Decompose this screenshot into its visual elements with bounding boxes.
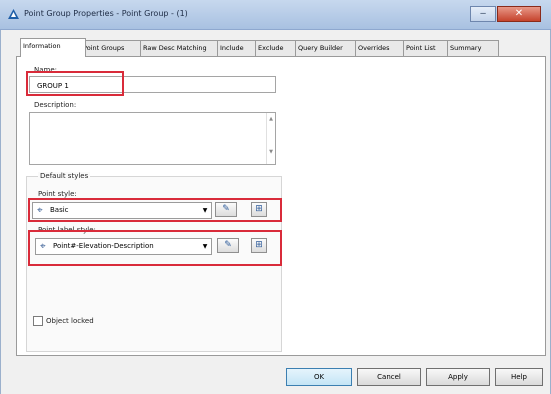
app-icon [8, 9, 19, 19]
tab-information[interactable]: Information [20, 38, 86, 57]
close-icon: ✕ [514, 8, 524, 19]
object-locked-label: Object locked [46, 317, 94, 325]
description-scrollbar[interactable]: ▲ ▼ [266, 113, 275, 164]
tab-summary[interactable]: Summary [447, 40, 499, 57]
description-input[interactable] [29, 112, 276, 165]
scroll-down-icon: ▼ [269, 149, 273, 155]
tab-overrides[interactable]: Overrides [355, 40, 409, 57]
default-styles-label: Default styles [38, 172, 91, 180]
scroll-up-icon: ▲ [269, 116, 273, 122]
point-label-style-highlight [28, 230, 282, 266]
name-highlight [26, 71, 124, 96]
point-style-label: Point style: [38, 190, 77, 198]
tab-query-builder[interactable]: Query Builder [295, 40, 361, 57]
close-button[interactable]: ✕ [497, 6, 541, 22]
tab-point-groups[interactable]: Point Groups [80, 40, 146, 57]
minimize-button[interactable]: ‒ [470, 6, 496, 22]
ok-button[interactable]: OK [286, 368, 352, 386]
object-locked-checkbox[interactable] [33, 316, 43, 326]
tab-point-list[interactable]: Point List [403, 40, 453, 57]
tab-strip: Information Point Groups Raw Desc Matchi… [20, 38, 550, 57]
point-style-highlight [28, 198, 282, 222]
tab-raw-desc-matching[interactable]: Raw Desc Matching [140, 40, 223, 57]
description-label: Description: [34, 101, 77, 109]
help-button[interactable]: Help [495, 368, 543, 386]
title-bar: Point Group Properties - Point Group - (… [0, 0, 551, 30]
window-title: Point Group Properties - Point Group - (… [24, 9, 188, 18]
cancel-button[interactable]: Cancel [357, 368, 421, 386]
minimize-icon: ‒ [479, 8, 487, 19]
apply-button[interactable]: Apply [426, 368, 490, 386]
